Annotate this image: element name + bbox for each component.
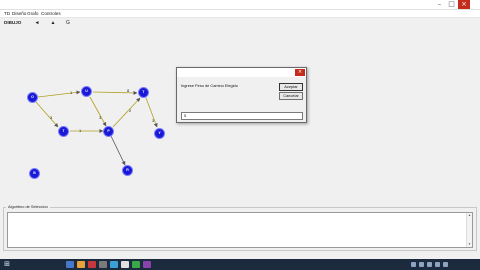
edge-a-b (37, 90, 81, 98)
edge-a-d (35, 101, 59, 128)
maximize-button[interactable]: □ (446, 0, 457, 9)
edge-label-a-b: 1 (70, 90, 73, 95)
graph-node[interactable]: P (103, 126, 114, 137)
accept-button[interactable]: Aceptar (279, 83, 303, 91)
taskbar-app-icon[interactable] (121, 261, 129, 268)
toolbar-label: DIBUJO (4, 20, 22, 25)
edge-label-a-d: 3 (50, 115, 53, 120)
output-textarea[interactable]: ▴ ▾ (7, 212, 473, 248)
scroll-up-icon[interactable]: ▴ (467, 213, 472, 218)
edge-label-b-e: 3 (99, 115, 102, 120)
taskbar-app-icon[interactable] (66, 261, 74, 268)
cancel-button[interactable]: Cancelar (279, 92, 303, 100)
close-button[interactable]: × (458, 0, 470, 9)
graph-node[interactable]: B (29, 168, 40, 179)
weight-input-dialog: × Ingrese Peso de Camino Elegido Aceptar… (176, 67, 307, 123)
output-scrollbar[interactable]: ▴ ▾ (466, 213, 472, 247)
dialog-close-button[interactable]: × (295, 69, 305, 76)
output-groupbox-title: Algoritmo de Seleccion (6, 204, 50, 209)
edge-b-c (92, 90, 138, 95)
taskbar-app-icon[interactable] (77, 261, 85, 268)
graph-tool-button[interactable]: G (63, 19, 73, 27)
taskbar-app-icon[interactable] (132, 261, 140, 268)
graph-node[interactable]: Y (154, 128, 165, 139)
edge-label-d-e: 1 (79, 128, 82, 133)
tray-icon[interactable] (435, 262, 440, 267)
taskbar-app-icon[interactable] (88, 261, 96, 268)
graph-node[interactable]: U (81, 86, 92, 97)
dialog-title-bar: × (177, 68, 306, 77)
tray-icon[interactable] (427, 262, 432, 267)
graph-node[interactable]: T (58, 126, 69, 137)
menu-item-controles[interactable]: Controles (41, 11, 61, 16)
taskbar-app-icon[interactable] (110, 261, 118, 268)
title-bar: – □ × (0, 0, 480, 10)
back-tool-button[interactable]: ◄ (32, 19, 42, 27)
weight-input[interactable]: 5 (181, 112, 303, 120)
taskbar: ⊞ (0, 259, 480, 270)
graph-node[interactable]: T (138, 87, 149, 98)
taskbar-app-icon[interactable] (99, 261, 107, 268)
graph-node[interactable]: O (27, 92, 38, 103)
menu-item-td[interactable]: TD (4, 11, 10, 16)
graph-node[interactable]: R (122, 165, 133, 176)
application-window: – □ × TD Diseño Grafo Controles DIBUJO ◄… (0, 0, 480, 270)
edge-b-e (89, 96, 107, 127)
dialog-prompt: Ingrese Peso de Camino Elegido (181, 83, 238, 88)
edge-e-g (110, 135, 126, 166)
edge-e-c (112, 97, 141, 128)
tray-icon[interactable] (411, 262, 416, 267)
tray-icon[interactable] (443, 262, 448, 267)
edge-label-b-c: 8 (127, 88, 130, 93)
tray-icon[interactable] (419, 262, 424, 267)
edge-label-e-c: 2 (129, 108, 132, 113)
menu-bar: TD Diseño Grafo Controles (0, 10, 480, 18)
up-tool-button[interactable]: ▲ (48, 19, 58, 27)
minimize-button[interactable]: – (434, 0, 445, 9)
scroll-down-icon[interactable]: ▾ (467, 242, 472, 247)
menu-item-diseno[interactable]: Diseño (12, 11, 26, 16)
toolbar: DIBUJO ◄ ▲ G (0, 18, 480, 28)
system-tray (397, 260, 477, 269)
menu-item-grafo[interactable]: Grafo (27, 11, 39, 16)
edge-label-c-f: 3 (152, 118, 155, 123)
taskbar-app-icon[interactable] (143, 261, 151, 268)
windows-logo-icon[interactable]: ⊞ (2, 260, 12, 269)
